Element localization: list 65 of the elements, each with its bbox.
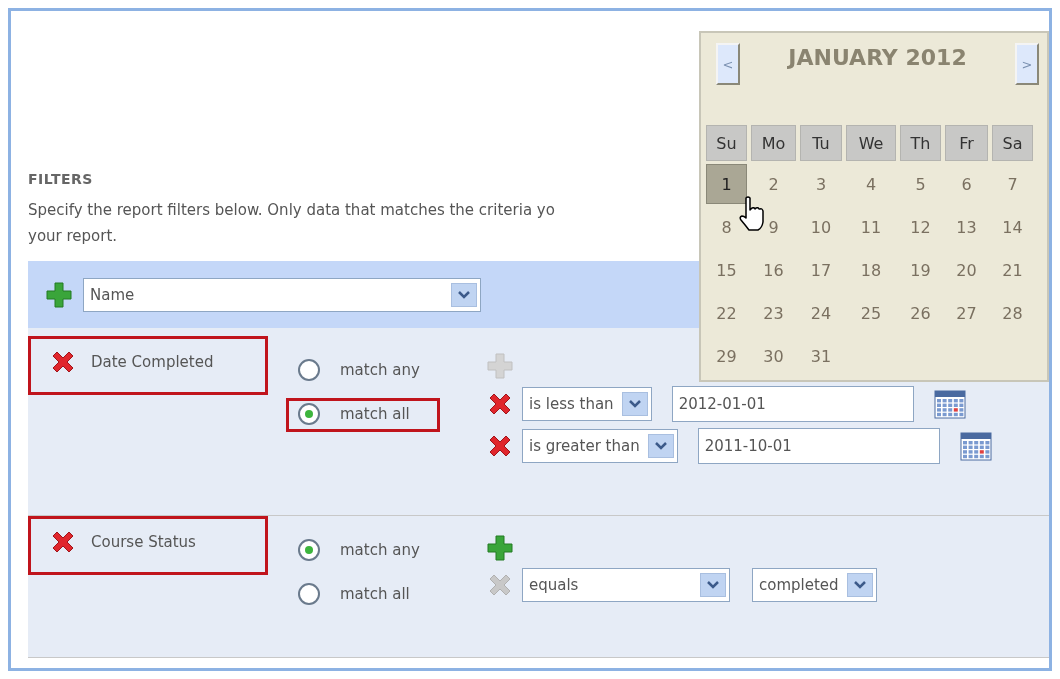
day-cell[interactable]: 30: [751, 336, 796, 376]
radio-label: match all: [340, 405, 410, 423]
calendar-icon[interactable]: [933, 388, 966, 420]
day-cell[interactable]: 31: [800, 336, 842, 376]
day-cell[interactable]: 14: [992, 207, 1033, 247]
calendar-icon[interactable]: [959, 430, 992, 462]
dropdown-select[interactable]: is greater than: [522, 429, 678, 463]
description-text: your report.: [28, 226, 118, 247]
date-input-field[interactable]: 2011-10-01: [697, 428, 940, 464]
previous-month-button[interactable]: <: [716, 43, 740, 85]
filter-label: Date Completed: [91, 352, 214, 371]
add-icon[interactable]: [45, 280, 73, 309]
radio-button[interactable]: [298, 359, 320, 381]
weekday-header: Tu: [800, 125, 842, 161]
weekday-header: Sa: [992, 125, 1033, 161]
day-cell[interactable]: 17: [800, 250, 842, 290]
day-cell[interactable]: 11: [846, 207, 896, 247]
day-cell[interactable]: 1: [706, 164, 747, 204]
weekday-header: Fr: [945, 125, 988, 161]
radio-label: match all: [340, 585, 410, 603]
weekday-header: Th: [900, 125, 941, 161]
radio-button[interactable]: [298, 539, 320, 561]
dropdown-select[interactable]: equals: [522, 568, 730, 602]
day-cell[interactable]: 15: [706, 250, 747, 290]
day-cell[interactable]: 16: [751, 250, 796, 290]
day-cell[interactable]: 19: [900, 250, 941, 290]
month-title: JANUARY 2012: [788, 44, 967, 70]
day-cell[interactable]: 8: [706, 207, 747, 247]
day-cell[interactable]: 7: [992, 164, 1033, 204]
day-cell[interactable]: 6: [945, 164, 988, 204]
description-text: Specify the report filters below. Only data that matches the criteria yo: [28, 200, 555, 221]
radio-button[interactable]: [298, 403, 320, 425]
day-cell[interactable]: 22: [706, 293, 747, 333]
day-cell[interactable]: 26: [900, 293, 941, 333]
filter-field-select[interactable]: Name: [83, 277, 481, 312]
day-cell[interactable]: 23: [751, 293, 796, 333]
day-cell[interactable]: 2: [751, 164, 796, 204]
day-cell[interactable]: 25: [846, 293, 896, 333]
day-cell[interactable]: 27: [945, 293, 988, 333]
day-cell[interactable]: 24: [800, 293, 842, 333]
day-cell[interactable]: 13: [945, 207, 988, 247]
day-cell[interactable]: 12: [900, 207, 941, 247]
section-title: FILTERS: [28, 171, 93, 187]
radio-button[interactable]: [298, 583, 320, 605]
dropdown-select[interactable]: completed: [752, 568, 877, 602]
next-month-button[interactable]: >: [1015, 43, 1039, 85]
weekday-header: Mo: [751, 125, 796, 161]
day-cell[interactable]: 28: [992, 293, 1033, 333]
day-cell[interactable]: 3: [800, 164, 842, 204]
add-icon[interactable]: [486, 534, 514, 562]
day-cell[interactable]: 29: [706, 336, 747, 376]
day-cell[interactable]: 21: [992, 250, 1033, 290]
day-cell[interactable]: 20: [945, 250, 988, 290]
day-cell[interactable]: 10: [800, 207, 842, 247]
hand-cursor-icon: [738, 196, 766, 232]
day-cell[interactable]: 4: [846, 164, 896, 204]
day-cell[interactable]: 18: [846, 250, 896, 290]
filter-label: Course Status: [91, 532, 196, 551]
date-input-field[interactable]: 2012-01-01: [671, 386, 914, 422]
radio-label: match any: [340, 541, 420, 559]
weekday-header: Su: [706, 125, 747, 161]
day-cell[interactable]: 5: [900, 164, 941, 204]
dropdown-select[interactable]: is less than: [522, 387, 652, 421]
weekday-header: We: [846, 125, 896, 161]
radio-label: match any: [340, 361, 420, 379]
